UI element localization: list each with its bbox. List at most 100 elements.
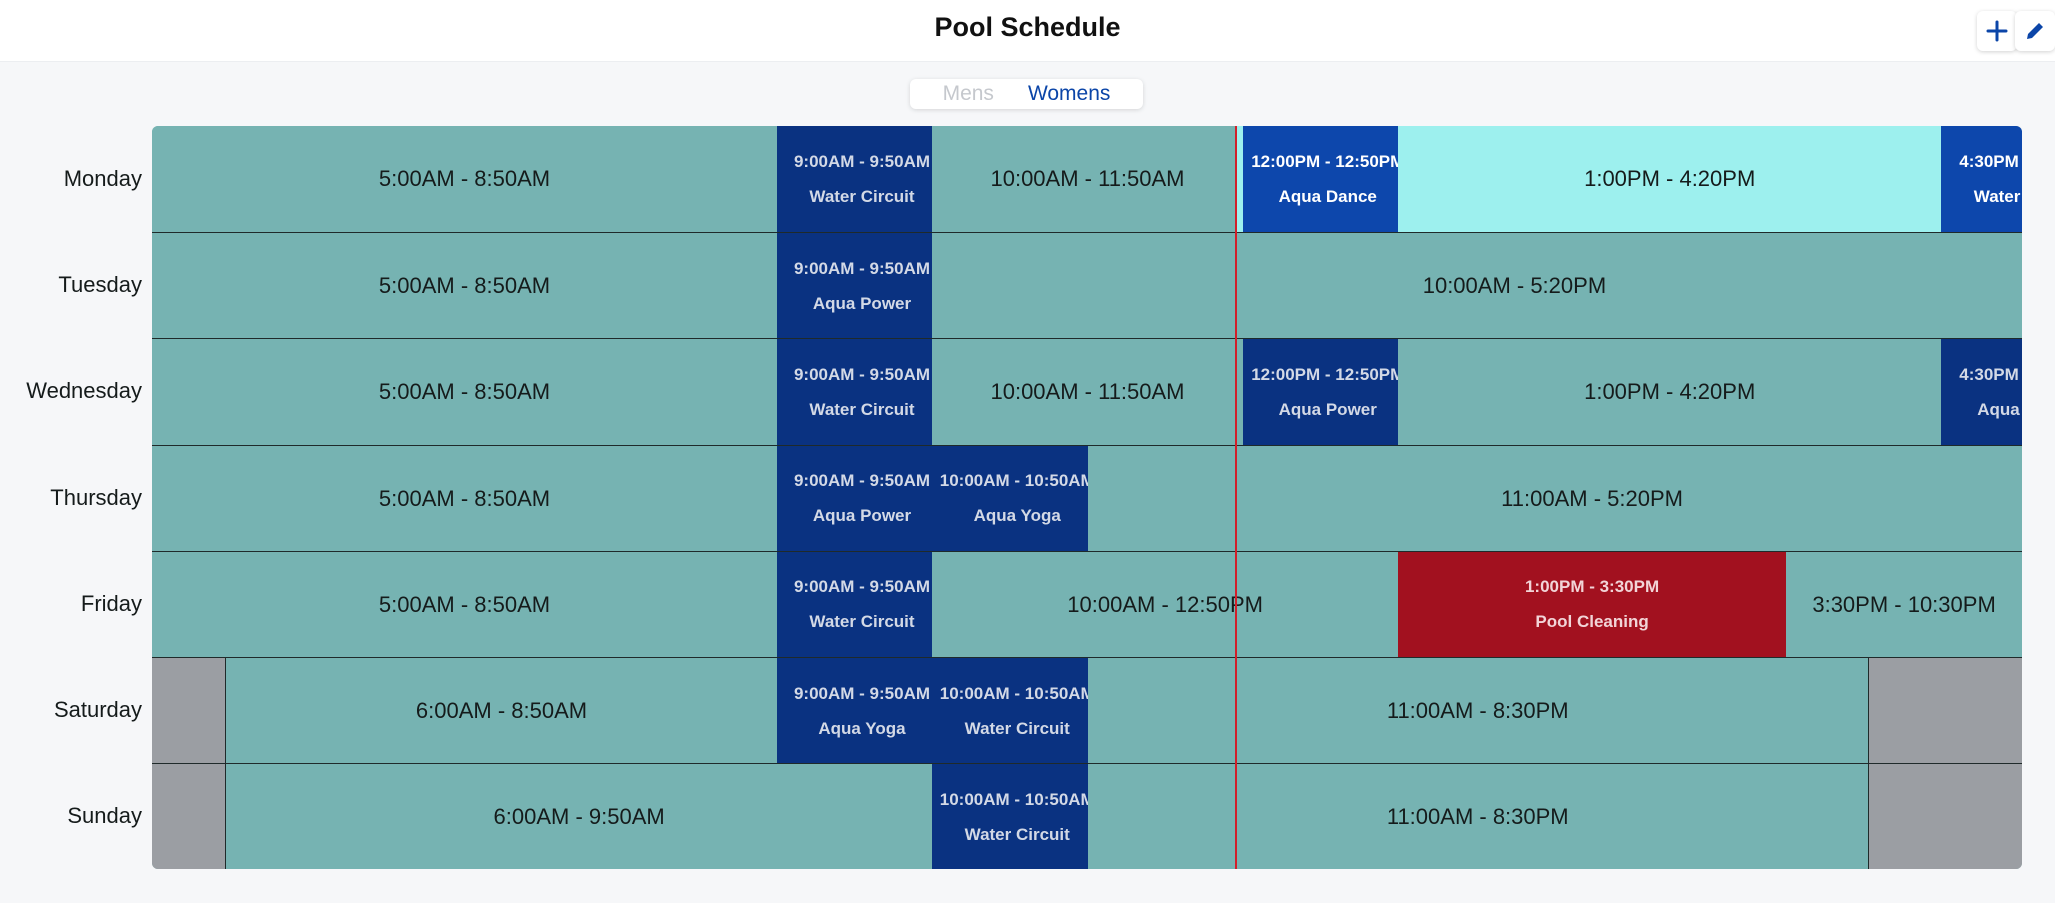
open-swim-block[interactable]: 1:00PM - 4:20PM <box>1398 339 1942 446</box>
class-name: Water Circuit <box>1973 186 2022 206</box>
edit-button[interactable] <box>2015 11 2055 51</box>
class-block[interactable]: 12:00PM - 12:50PM Aqua Power <box>1242 339 1413 446</box>
class-time: 12:00PM - 12:50PM <box>1251 151 1405 171</box>
class-name: Aqua Yoga <box>818 718 906 738</box>
day-label-monday: Monday <box>63 166 142 191</box>
maintenance-block[interactable]: 1:00PM - 3:30PM Pool Cleaning <box>1398 551 1787 658</box>
open-swim-time: 5:00AM - 8:50AM <box>378 379 551 405</box>
open-swim-block[interactable]: 5:00AM - 8:50AM <box>152 126 777 233</box>
open-swim-block[interactable]: 11:00AM - 5:20PM <box>1087 445 2022 552</box>
class-time: 10:00AM - 10:50AM <box>939 789 1095 809</box>
closed-block <box>1868 658 2022 765</box>
class-name: Water Circuit <box>809 612 915 632</box>
open-swim-block[interactable]: 5:00AM - 8:50AM <box>152 445 777 552</box>
class-block[interactable]: 9:00AM - 9:50AM Aqua Power <box>777 445 947 552</box>
class-block[interactable]: 9:00AM - 9:50AM Water Circuit <box>777 339 947 446</box>
class-name: Pool Cleaning <box>1535 612 1649 632</box>
class-time: 1:00PM - 3:30PM <box>1524 577 1660 597</box>
class-time: 9:00AM - 9:50AM <box>793 258 931 278</box>
class-time: 9:00AM - 9:50AM <box>793 151 931 171</box>
page-title: Pool Schedule <box>934 12 1121 42</box>
open-swim-block[interactable]: 10:00AM - 11:50AM <box>932 126 1243 233</box>
closed-block <box>152 764 226 869</box>
schedule-row-friday: 5:00AM - 8:50AM 9:00AM - 9:50AM Water Circ… <box>152 550 2022 658</box>
class-name: Aqua Power <box>812 506 912 526</box>
class-name: Aqua Power <box>1278 399 1377 419</box>
open-swim-time: 1:00PM - 4:20PM <box>1584 379 1756 405</box>
class-block[interactable]: 9:00AM - 9:50AM Aqua Power <box>777 233 947 340</box>
app-header: Pool Schedule <box>0 0 2055 62</box>
open-swim-time: 3:30PM - 10:30PM <box>1812 591 1996 617</box>
class-time: 9:00AM - 9:50AM <box>793 364 931 384</box>
class-block[interactable]: 12:00PM - 12:50PM Aqua Dance <box>1242 126 1413 233</box>
open-swim-time: 5:00AM - 8:50AM <box>378 273 551 299</box>
schedule-row-wednesday: 5:00AM - 8:50AM 9:00AM - 9:50AM Water Circ… <box>152 338 2022 446</box>
open-swim-block[interactable]: 6:00AM - 8:50AM <box>226 658 777 765</box>
class-time: 10:00AM - 10:50AM <box>939 683 1095 703</box>
open-swim-block[interactable]: 10:00AM - 12:50PM <box>932 551 1398 658</box>
schedule-row-sunday: 6:00AM - 9:50AM 10:00AM - 10:50AM Water Ci… <box>152 763 2022 869</box>
open-swim-time: 5:00AM - 8:50AM <box>378 591 551 617</box>
current-time-line <box>1235 126 1237 869</box>
open-swim-block[interactable]: 10:00AM - 5:20PM <box>932 233 2022 340</box>
open-swim-block[interactable]: 3:30PM - 10:30PM <box>1786 551 2022 658</box>
class-time: 9:00AM - 9:50AM <box>793 577 931 597</box>
gender-toggle[interactable]: Mens Womens <box>910 79 1143 109</box>
class-block[interactable]: 4:30PM - 5:20PM Aqua Power <box>1941 339 2022 446</box>
class-name: Water Circuit <box>964 824 1070 844</box>
class-time: 9:00AM - 9:50AM <box>793 471 931 491</box>
class-name: Water Circuit <box>809 399 915 419</box>
class-name: Water Circuit <box>809 186 915 206</box>
pencil-icon <box>2027 23 2043 39</box>
plus-icon <box>1986 20 2008 42</box>
open-swim-time: 11:00AM - 8:30PM <box>1386 804 1569 830</box>
day-label-thursday: Thursday <box>50 484 142 510</box>
open-swim-block[interactable]: 5:00AM - 8:50AM <box>152 233 777 340</box>
open-swim-block[interactable]: 5:00AM - 8:50AM <box>152 551 777 658</box>
open-swim-time: 10:00AM - 5:20PM <box>1422 273 1607 299</box>
day-label-tuesday: Tuesday <box>58 272 142 298</box>
class-name: Aqua Dance <box>1278 186 1377 206</box>
class-block[interactable]: 10:00AM - 10:50AM Water Circuit <box>932 764 1103 869</box>
day-label-sunday: Sunday <box>67 803 142 829</box>
open-swim-block[interactable]: 10:00AM - 11:50AM <box>932 339 1243 446</box>
class-block[interactable]: 9:00AM - 9:50AM Water Circuit <box>777 126 947 233</box>
schedule-grid: 5:00AM - 8:50AM 9:00AM - 9:50AM Water Circ… <box>152 126 2022 869</box>
class-time: 4:30PM - 5:20PM <box>1959 151 2022 171</box>
open-swim-time: 10:00AM - 11:50AM <box>990 379 1185 405</box>
class-block[interactable]: 10:00AM - 10:50AM Water Circuit <box>932 658 1103 765</box>
closed-block <box>152 658 226 765</box>
toggle-option-womens[interactable]: Womens <box>1028 82 1110 106</box>
schedule-row-tuesday: 5:00AM - 8:50AM 9:00AM - 9:50AM Aqua Power… <box>152 232 2022 340</box>
closed-block <box>1868 764 2022 869</box>
open-swim-time: 11:00AM - 5:20PM <box>1501 485 1683 511</box>
class-block[interactable]: 10:00AM - 10:50AM Aqua Yoga <box>932 445 1103 552</box>
open-swim-block[interactable]: 1:00PM - 4:20PM <box>1398 126 1942 233</box>
open-swim-block[interactable]: 5:00AM - 8:50AM <box>152 339 777 446</box>
class-time: 10:00AM - 10:50AM <box>939 471 1095 491</box>
class-name: Aqua Yoga <box>973 506 1061 526</box>
schedule-row-monday: 5:00AM - 8:50AM 9:00AM - 9:50AM Water Circ… <box>152 126 2022 233</box>
open-swim-block[interactable]: 11:00AM - 8:30PM <box>1087 764 1868 869</box>
class-time: 9:00AM - 9:50AM <box>793 683 931 703</box>
class-name: Water Circuit <box>964 718 1070 738</box>
open-swim-time: 10:00AM - 11:50AM <box>990 166 1185 192</box>
class-block[interactable]: 9:00AM - 9:50AM Aqua Yoga <box>777 658 947 765</box>
day-label-saturday: Saturday <box>53 697 142 722</box>
class-block[interactable]: 9:00AM - 9:50AM Water Circuit <box>777 551 947 658</box>
class-name: Aqua Power <box>1977 399 2022 419</box>
class-time: 12:00PM - 12:50PM <box>1251 364 1405 384</box>
schedule-row-thursday: 5:00AM - 8:50AM 9:00AM - 9:50AM Aqua Power… <box>152 444 2022 552</box>
open-swim-time: 5:00AM - 8:50AM <box>378 485 551 511</box>
open-swim-block[interactable]: 11:00AM - 8:30PM <box>1087 658 1868 765</box>
add-button[interactable] <box>1977 11 2017 51</box>
open-swim-time: 1:00PM - 4:20PM <box>1584 166 1756 192</box>
class-block[interactable]: 4:30PM - 5:20PM Water Circuit <box>1941 126 2022 233</box>
open-swim-time: 5:00AM - 8:50AM <box>378 166 551 192</box>
toggle-option-mens[interactable]: Mens <box>943 82 994 106</box>
open-swim-block[interactable]: 6:00AM - 9:50AM <box>226 764 933 869</box>
open-swim-time: 6:00AM - 9:50AM <box>493 804 665 830</box>
class-time: 4:30PM - 5:20PM <box>1959 364 2022 384</box>
open-swim-time: 11:00AM - 8:30PM <box>1386 698 1569 724</box>
open-swim-time: 6:00AM - 8:50AM <box>415 698 588 724</box>
